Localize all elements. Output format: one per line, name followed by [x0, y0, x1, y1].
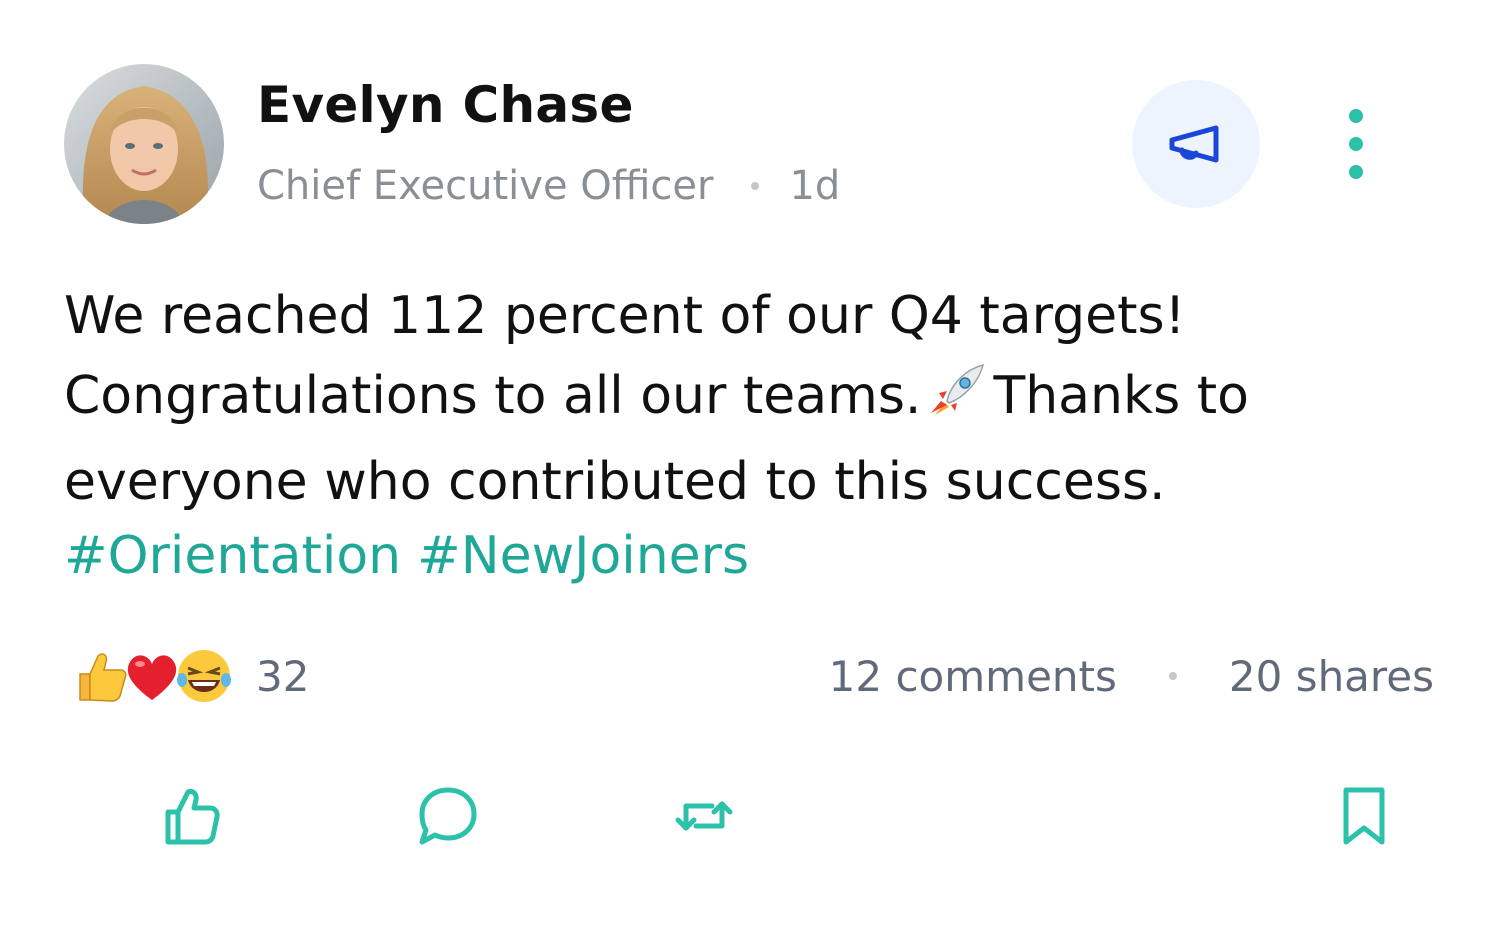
- announce-button[interactable]: [1132, 80, 1260, 208]
- hashtag-orientation[interactable]: #Orientation: [64, 526, 401, 586]
- reactions-summary[interactable]: 32: [70, 646, 309, 706]
- post-meta: Chief Executive Officer 1d: [257, 163, 840, 209]
- laughing-icon: [177, 650, 231, 702]
- hashtags: #Orientation #NewJoiners: [64, 516, 765, 596]
- avatar[interactable]: [64, 64, 224, 224]
- post-text-line: everyone who contributed to this success…: [64, 452, 1166, 512]
- post-text-segment: Thanks to: [993, 366, 1249, 426]
- bookmark-button[interactable]: [1328, 780, 1400, 852]
- repost-icon: [675, 801, 733, 831]
- repost-button[interactable]: [668, 780, 740, 852]
- thumbs-up-icon: [79, 653, 127, 702]
- like-button[interactable]: [156, 780, 228, 852]
- rocket-icon: [927, 362, 987, 442]
- reaction-count: 32: [256, 651, 310, 701]
- comment-icon: [419, 787, 477, 845]
- post-text-line-2: Congratulations to all our teams. Thanks…: [64, 356, 1444, 442]
- heart-icon: [127, 655, 177, 700]
- avatar-image: [64, 64, 224, 224]
- comment-button[interactable]: [412, 780, 484, 852]
- post-text: We reached 112 percent of our Q4 targets…: [64, 276, 1444, 522]
- stats-separator-dot: [1168, 672, 1177, 680]
- hashtag-newjoiners[interactable]: #NewJoiners: [417, 526, 749, 586]
- meta-separator-dot: [751, 182, 760, 190]
- post-timestamp: 1d: [789, 163, 841, 209]
- engagement-stats: 12 comments 20 shares: [829, 646, 1434, 706]
- bookmark-icon: [1343, 787, 1385, 845]
- author-title: Chief Executive Officer: [257, 163, 714, 209]
- more-vertical-icon: [1349, 109, 1363, 123]
- author-name[interactable]: Evelyn Chase: [257, 76, 634, 134]
- more-vertical-icon-dot: [1349, 137, 1363, 151]
- megaphone-icon: [1169, 125, 1219, 163]
- feed-post: Evelyn Chase Chief Executive Officer 1d …: [0, 0, 1500, 952]
- comments-count[interactable]: 12 comments: [829, 652, 1117, 701]
- more-vertical-icon-dot: [1349, 165, 1363, 179]
- like-icon: [165, 789, 220, 845]
- post-text-segment: Congratulations to all our teams.: [64, 366, 922, 426]
- shares-count[interactable]: 20 shares: [1229, 652, 1434, 701]
- more-options-button[interactable]: [1326, 104, 1386, 184]
- post-text-line: We reached 112 percent of our Q4 targets…: [64, 286, 1186, 346]
